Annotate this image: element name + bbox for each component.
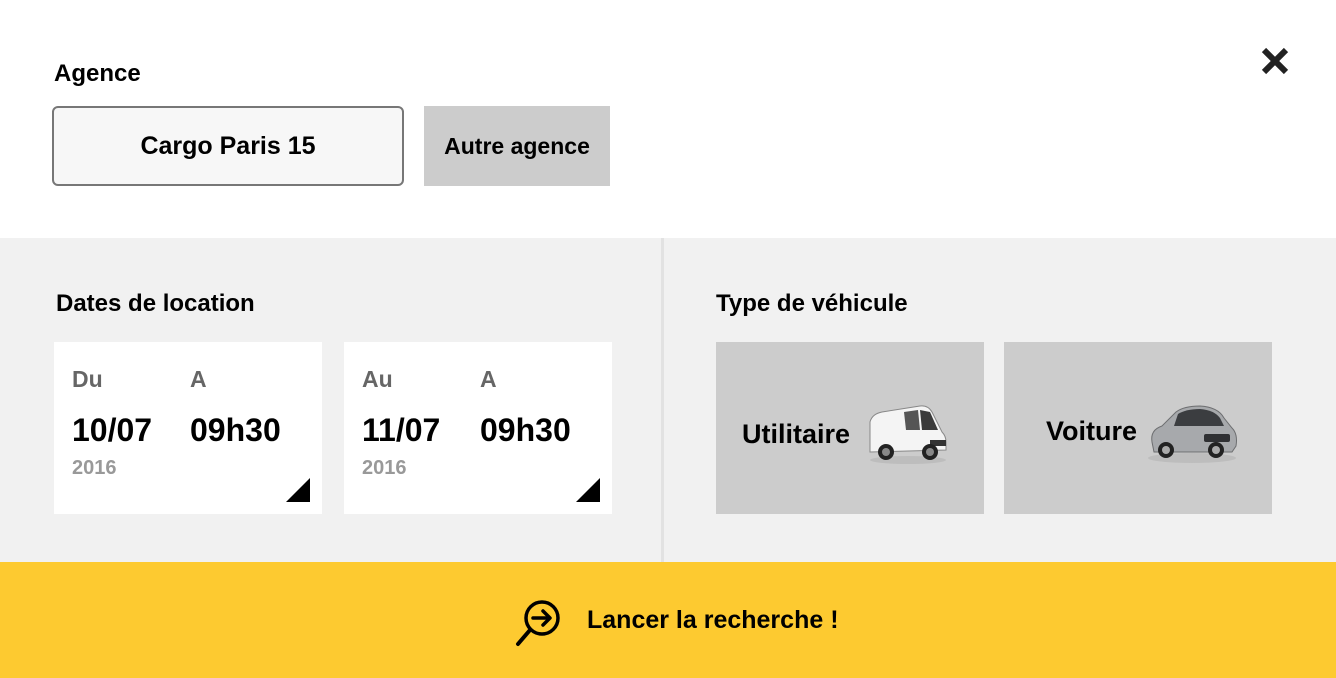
end-date-value: 11/07 [362, 412, 441, 448]
agence-section: Agence Cargo Paris 15 Autre agence [0, 0, 1336, 238]
end-date-picker[interactable]: Au A 11/07 09h30 2016 [344, 342, 612, 514]
agence-title: Agence [54, 60, 141, 87]
start-time-value: 09h30 [190, 412, 281, 448]
vehicle-option-utilitaire[interactable]: Utilitaire [716, 342, 984, 514]
dropdown-corner-icon [576, 478, 600, 502]
section-divider [661, 238, 664, 562]
search-button-label: Lancer la recherche ! [587, 606, 839, 634]
vehicle-type-title: Type de véhicule [716, 290, 908, 317]
selected-agence-label: Cargo Paris 15 [140, 131, 316, 160]
selected-agence-button[interactable]: Cargo Paris 15 [52, 106, 404, 186]
start-date-picker[interactable]: Du A 10/07 09h30 2016 [54, 342, 322, 514]
car-icon [1148, 405, 1237, 463]
search-modal: Agence Cargo Paris 15 Autre agence Dates… [0, 0, 1336, 678]
start-time-label: A [190, 366, 207, 392]
other-agence-button[interactable]: Autre agence [424, 106, 610, 186]
vehicle-option-label: Voiture [1046, 416, 1138, 446]
dates-title: Dates de location [56, 290, 255, 317]
other-agence-label: Autre agence [444, 132, 590, 159]
start-date-value: 10/07 [72, 412, 153, 448]
van-icon [869, 405, 947, 464]
dropdown-corner-icon [286, 478, 310, 502]
end-year-value: 2016 [362, 457, 407, 479]
end-time-label: A [480, 366, 497, 392]
search-arrow-icon [516, 600, 560, 646]
end-time-value: 09h30 [480, 412, 571, 448]
end-date-label: Au [362, 366, 393, 392]
start-date-label: Du [72, 366, 103, 392]
criteria-section: Dates de location Du A 10/07 09h30 2016 … [0, 238, 1336, 562]
search-button[interactable]: Lancer la recherche ! [0, 562, 1336, 678]
vehicle-option-label: Utilitaire [742, 419, 851, 449]
vehicle-option-voiture[interactable]: Voiture [1004, 342, 1272, 514]
close-icon[interactable] [1258, 44, 1292, 78]
start-year-value: 2016 [72, 457, 117, 479]
